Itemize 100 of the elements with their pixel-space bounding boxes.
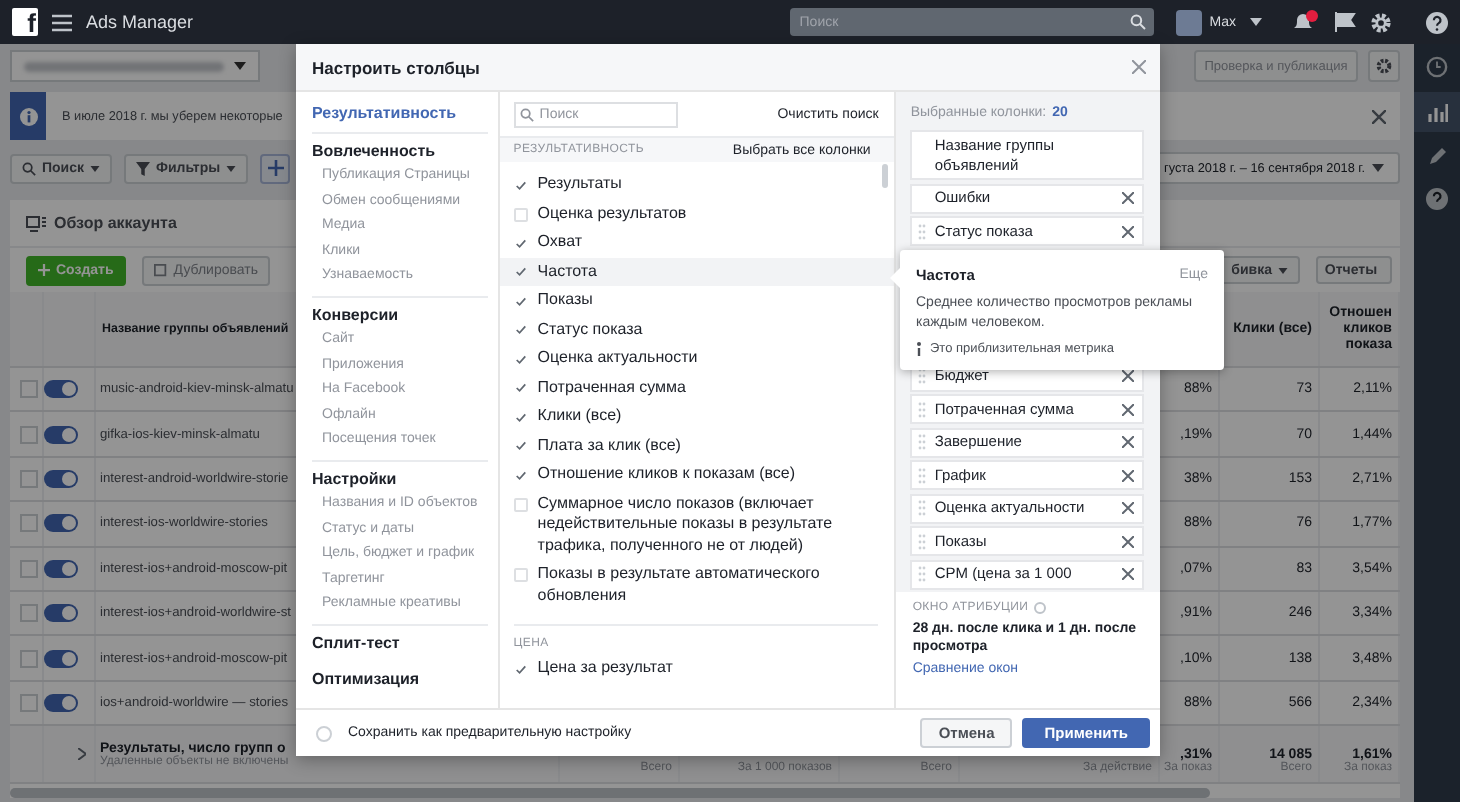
checkbox[interactable]	[513, 662, 528, 676]
checkbox[interactable]	[513, 381, 528, 395]
toggle-switch[interactable]	[44, 425, 78, 444]
drag-handle-icon[interactable]	[918, 401, 927, 417]
row-checkbox[interactable]	[20, 469, 38, 488]
chevron-icon[interactable]	[78, 748, 86, 761]
toggle-switch[interactable]	[44, 693, 78, 712]
metric-option[interactable]: Результаты	[499, 170, 895, 199]
remove-icon[interactable]	[1122, 469, 1134, 481]
checkbox[interactable]	[513, 352, 528, 366]
metric-option[interactable]: Частота	[499, 257, 895, 286]
remove-icon[interactable]	[1122, 403, 1134, 415]
close-icon[interactable]	[1132, 60, 1146, 74]
row-checkbox[interactable]	[20, 693, 38, 712]
remove-icon[interactable]	[1122, 370, 1134, 382]
plus-icon	[267, 160, 284, 176]
checkbox[interactable]	[513, 439, 528, 453]
metric-option[interactable]: Отношение кликов к показам (все)	[499, 460, 895, 489]
drag-handle-icon[interactable]	[918, 500, 927, 516]
pencil-icon[interactable]	[1427, 146, 1447, 166]
remove-icon[interactable]	[1122, 535, 1134, 547]
app-title: Ads Manager	[86, 12, 194, 32]
caret-icon	[234, 62, 246, 70]
help-icon[interactable]	[1426, 11, 1448, 33]
category-link[interactable]: Настройки	[312, 467, 488, 492]
metric-option[interactable]: Плата за клик (все)	[499, 431, 895, 460]
settings-icon[interactable]	[1370, 11, 1392, 33]
row-checkbox[interactable]	[20, 514, 38, 533]
toggle-switch[interactable]	[44, 559, 78, 578]
clock-icon[interactable]	[1426, 56, 1448, 78]
remove-icon[interactable]	[1122, 192, 1134, 204]
category-link[interactable]: Результативность	[312, 102, 488, 126]
add-button[interactable]	[260, 153, 291, 183]
row-checkbox[interactable]	[20, 380, 38, 399]
category-link[interactable]: Конверсии	[312, 303, 488, 328]
dialog-title: Настроить столбцы	[312, 57, 480, 77]
toggle-switch[interactable]	[44, 469, 78, 488]
menu-icon[interactable]	[52, 13, 72, 31]
row-checkbox[interactable]	[20, 559, 38, 578]
row-checkbox[interactable]	[20, 425, 38, 444]
checkbox[interactable]	[513, 410, 528, 424]
close-icon[interactable]	[1372, 109, 1386, 123]
checkbox[interactable]	[513, 265, 528, 279]
settings-icon	[1376, 58, 1392, 74]
caret-icon	[1371, 164, 1384, 172]
card-title: Обзор аккаунта	[54, 214, 177, 232]
flag-icon[interactable]	[1334, 12, 1356, 32]
chart-tab[interactable]	[1414, 92, 1460, 132]
remove-icon[interactable]	[1122, 436, 1134, 448]
copy-icon	[153, 263, 168, 277]
bell-icon[interactable]	[1292, 10, 1320, 34]
logo[interactable]: f	[12, 8, 38, 36]
toggle-switch[interactable]	[44, 604, 78, 623]
metric-option[interactable]: Суммарное число показов (включает недействительные показы в результате трафика, полученного не от людей)	[499, 489, 895, 560]
metric-option[interactable]: Показы в результате автоматического обновления	[499, 560, 895, 610]
drag-handle-icon[interactable]	[918, 566, 927, 582]
toggle-switch[interactable]	[44, 514, 78, 533]
scrollbar[interactable]	[10, 788, 1210, 799]
category-link[interactable]: Оптимизация	[312, 667, 488, 692]
filter-icon	[136, 161, 151, 175]
metric-option[interactable]: Оценка результатов	[499, 199, 895, 228]
remove-icon[interactable]	[1122, 568, 1134, 580]
checkbox[interactable]	[513, 468, 528, 482]
caret-icon	[1278, 267, 1288, 273]
toggle-switch[interactable]	[44, 380, 78, 399]
checkbox[interactable]	[513, 178, 528, 192]
metric-option[interactable]: Цена за результат	[499, 654, 895, 683]
search-icon	[519, 107, 534, 121]
category-link[interactable]: Вовлеченность	[312, 140, 488, 164]
drag-handle-icon[interactable]	[918, 434, 927, 450]
remove-icon[interactable]	[1122, 225, 1134, 237]
remove-icon[interactable]	[1122, 502, 1134, 514]
bar-chart-icon	[1427, 102, 1447, 122]
caret-icon[interactable]	[1250, 18, 1262, 26]
settings-button[interactable]	[1368, 50, 1400, 82]
drag-handle-icon[interactable]	[918, 467, 927, 483]
checkbox[interactable]	[513, 236, 528, 250]
metric-option[interactable]: Показы	[499, 286, 895, 315]
toggle-switch[interactable]	[44, 649, 78, 668]
metric-option[interactable]: Потраченная сумма	[499, 373, 895, 402]
info-icon	[916, 342, 922, 356]
checkbox[interactable]	[513, 294, 528, 308]
metric-option[interactable]: Статус показа	[499, 315, 895, 344]
checkbox[interactable]	[513, 323, 528, 337]
drag-handle-icon[interactable]	[918, 223, 927, 239]
scrollbar[interactable]	[882, 164, 889, 188]
help-icon[interactable]	[1426, 188, 1448, 210]
category-link[interactable]: Сплит-тест	[312, 631, 488, 656]
search-icon[interactable]	[1129, 14, 1146, 30]
save-preset-checkbox[interactable]	[316, 725, 332, 741]
plus-icon	[38, 264, 50, 276]
row-checkbox[interactable]	[20, 649, 38, 668]
drag-handle-icon[interactable]	[918, 533, 927, 549]
metric-option[interactable]: Оценка актуальности	[499, 344, 895, 373]
row-checkbox[interactable]	[20, 604, 38, 623]
caret-icon	[90, 165, 101, 171]
metric-option[interactable]: Клики (все)	[499, 402, 895, 431]
search-icon	[22, 161, 36, 175]
metric-option[interactable]: Охват	[499, 228, 895, 257]
avatar[interactable]	[1175, 9, 1202, 35]
